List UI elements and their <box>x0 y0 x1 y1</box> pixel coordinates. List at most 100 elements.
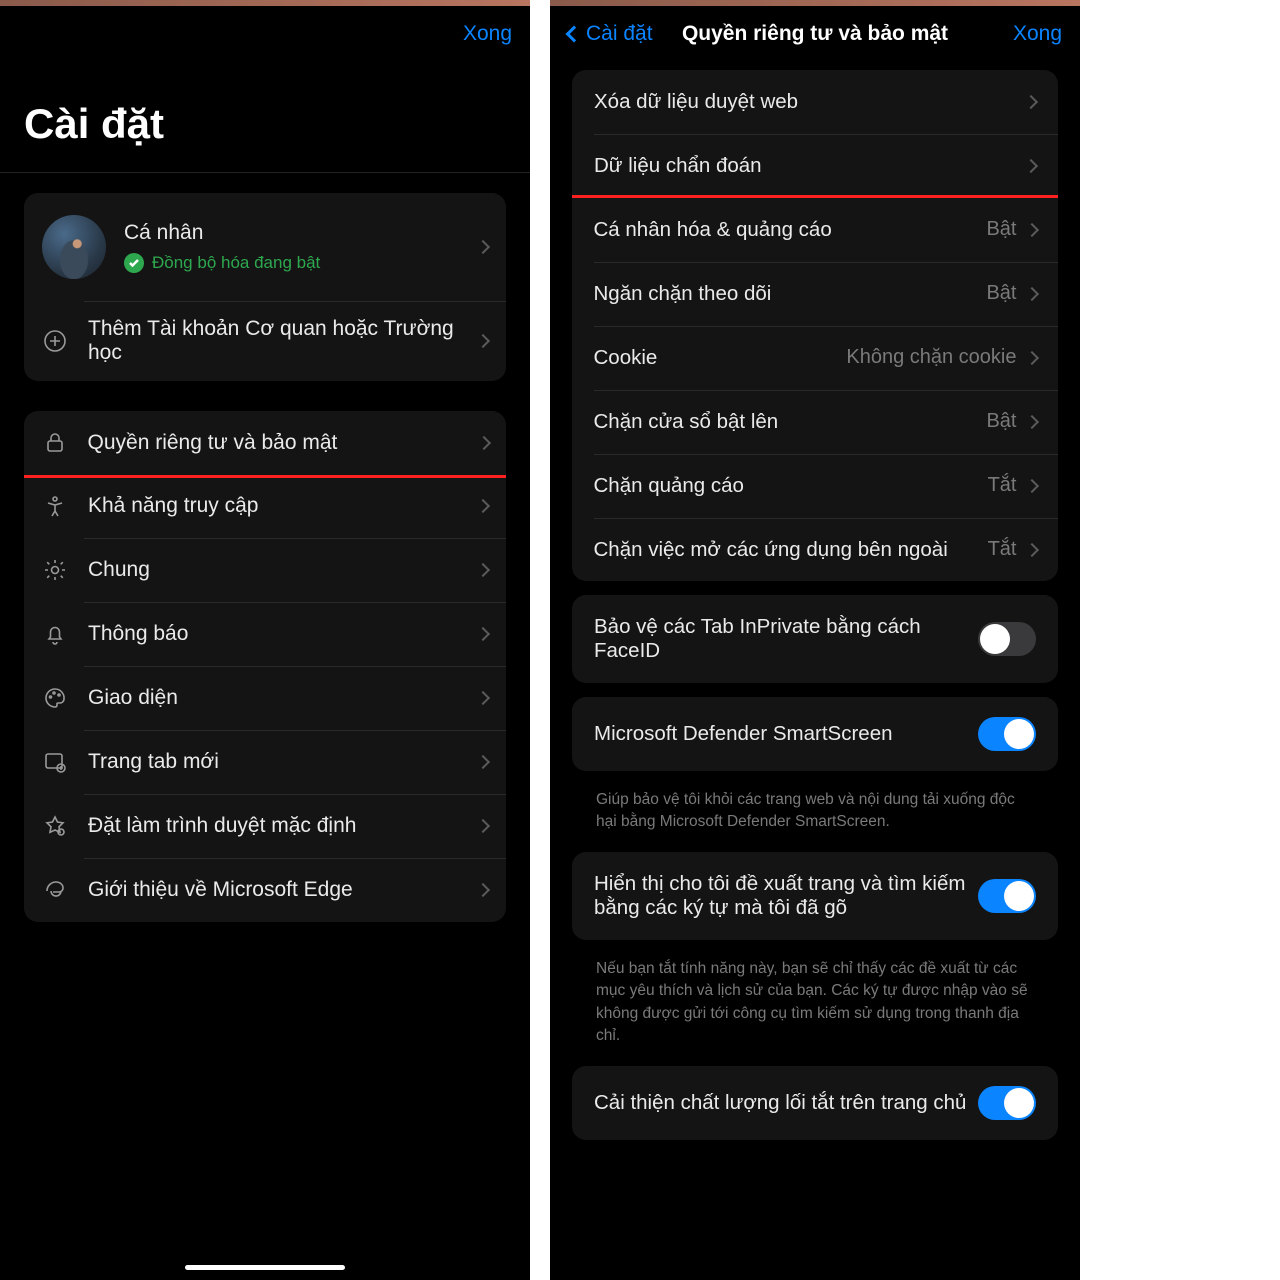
privacy-list: Xóa dữ liệu duyệt web Dữ liệu chẩn đoán … <box>572 70 1058 581</box>
newtab-icon <box>42 749 68 775</box>
popups-label: Chặn cửa sổ bật lên <box>594 410 987 434</box>
lock-icon <box>42 430 68 456</box>
popups-value: Bật <box>986 410 1016 433</box>
avatar <box>42 215 106 279</box>
general-label: Chung <box>88 558 478 582</box>
ads-label: Chặn quảng cáo <box>594 474 988 498</box>
chevron-right-icon <box>1024 286 1038 300</box>
suggestions-label: Hiển thị cho tôi đề xuất trang và tìm ki… <box>594 872 978 920</box>
plus-icon <box>42 328 68 354</box>
newtab-row[interactable]: Trang tab mới <box>24 730 506 794</box>
inprivate-row[interactable]: Bảo vệ các Tab InPrivate bằng cách FaceI… <box>572 595 1058 683</box>
chevron-right-icon <box>476 499 490 513</box>
appearance-row[interactable]: Giao diện <box>24 666 506 730</box>
gear-icon <box>42 557 68 583</box>
about-row[interactable]: Giới thiệu về Microsoft Edge <box>24 858 506 922</box>
suggestions-help: Nếu bạn tắt tính năng này, bạn sẽ chỉ th… <box>572 954 1058 1066</box>
back-label: Cài đặt <box>586 22 653 46</box>
settings-list: Quyền riêng tư và bảo mật Khả năng truy … <box>24 411 506 922</box>
chevron-right-icon <box>1024 95 1038 109</box>
notifications-row[interactable]: Thông báo <box>24 602 506 666</box>
diagnostics-row[interactable]: Dữ liệu chẩn đoán <box>572 134 1058 198</box>
smartscreen-toggle[interactable] <box>978 717 1036 751</box>
shortcut-row[interactable]: Cải thiện chất lượng lối tắt trên trang … <box>572 1066 1058 1140</box>
add-account-row[interactable]: Thêm Tài khoản Cơ quan hoặc Trường học <box>24 301 506 381</box>
chevron-right-icon <box>476 691 490 705</box>
smartscreen-help: Giúp bảo vệ tôi khỏi các trang web và nộ… <box>572 785 1058 852</box>
accessibility-label: Khả năng truy cập <box>88 494 478 518</box>
chevron-right-icon <box>1024 542 1038 556</box>
shortcut-label: Cải thiện chất lượng lối tắt trên trang … <box>594 1091 978 1115</box>
suggestions-card: Hiển thị cho tôi đề xuất trang và tìm ki… <box>572 852 1058 940</box>
smartscreen-row[interactable]: Microsoft Defender SmartScreen <box>572 697 1058 771</box>
edge-icon <box>42 877 68 903</box>
clear-data-label: Xóa dữ liệu duyệt web <box>594 90 1026 114</box>
cookie-label: Cookie <box>594 346 847 370</box>
bell-icon <box>42 621 68 647</box>
cookie-value: Không chặn cookie <box>846 346 1016 369</box>
accessibility-icon <box>42 493 68 519</box>
chevron-right-icon <box>476 627 490 641</box>
clear-data-row[interactable]: Xóa dữ liệu duyệt web <box>572 70 1058 134</box>
chevron-right-icon <box>476 435 490 449</box>
about-label: Giới thiệu về Microsoft Edge <box>88 878 478 902</box>
page-title: Quyền riêng tư và bảo mật <box>682 22 948 46</box>
accessibility-row[interactable]: Khả năng truy cập <box>24 474 506 538</box>
chevron-right-icon <box>476 563 490 577</box>
ads-row[interactable]: Chặn quảng cáo Tắt <box>572 454 1058 518</box>
smartscreen-card: Microsoft Defender SmartScreen <box>572 697 1058 771</box>
default-label: Đặt làm trình duyệt mặc định <box>88 814 478 838</box>
diagnostics-label: Dữ liệu chẩn đoán <box>594 154 1026 178</box>
privacy-row[interactable]: Quyền riêng tư và bảo mật <box>24 411 506 475</box>
personalization-value: Bật <box>986 218 1016 241</box>
external-apps-value: Tắt <box>988 538 1017 561</box>
tracking-row[interactable]: Ngăn chặn theo dõi Bật <box>572 262 1058 326</box>
page-title: Cài đặt <box>0 58 530 172</box>
appearance-label: Giao diện <box>88 686 478 710</box>
chevron-right-icon <box>476 883 490 897</box>
smartscreen-label: Microsoft Defender SmartScreen <box>594 722 978 746</box>
nav-bar: Xong <box>0 6 530 58</box>
settings-screen: Xong Cài đặt Cá nhân Đồng bộ hóa đang bậ… <box>0 0 530 1280</box>
back-button[interactable]: Cài đặt <box>568 22 653 46</box>
inprivate-card: Bảo vệ các Tab InPrivate bằng cách FaceI… <box>572 595 1058 683</box>
popups-row[interactable]: Chặn cửa sổ bật lên Bật <box>572 390 1058 454</box>
add-account-label: Thêm Tài khoản Cơ quan hoặc Trường học <box>88 317 478 365</box>
inprivate-toggle[interactable] <box>978 622 1036 656</box>
check-icon <box>124 253 144 273</box>
external-apps-label: Chặn việc mở các ứng dụng bên ngoài <box>594 538 988 562</box>
profile-name: Cá nhân <box>124 221 478 245</box>
chevron-right-icon <box>476 755 490 769</box>
shortcut-card: Cải thiện chất lượng lối tắt trên trang … <box>572 1066 1058 1140</box>
personalization-label: Cá nhân hóa & quảng cáo <box>594 218 987 242</box>
ads-value: Tắt <box>988 474 1017 497</box>
sync-status: Đồng bộ hóa đang bật <box>152 253 320 273</box>
chevron-right-icon <box>1024 414 1038 428</box>
external-apps-row[interactable]: Chặn việc mở các ứng dụng bên ngoài Tắt <box>572 518 1058 582</box>
cookie-row[interactable]: Cookie Không chặn cookie <box>572 326 1058 390</box>
chevron-right-icon <box>1024 478 1038 492</box>
account-card: Cá nhân Đồng bộ hóa đang bật Thêm Tài kh… <box>24 193 506 381</box>
star-gear-icon <box>42 813 68 839</box>
default-row[interactable]: Đặt làm trình duyệt mặc định <box>24 794 506 858</box>
done-button[interactable]: Xong <box>463 22 512 46</box>
general-row[interactable]: Chung <box>24 538 506 602</box>
palette-icon <box>42 685 68 711</box>
done-button[interactable]: Xong <box>1013 22 1062 46</box>
chevron-right-icon <box>1024 350 1038 364</box>
suggestions-row[interactable]: Hiển thị cho tôi đề xuất trang và tìm ki… <box>572 852 1058 940</box>
chevron-left-icon <box>566 26 583 43</box>
privacy-label: Quyền riêng tư và bảo mật <box>88 431 479 455</box>
suggestions-toggle[interactable] <box>978 879 1036 913</box>
nav-bar: Cài đặt Quyền riêng tư và bảo mật Xong <box>550 6 1080 58</box>
inprivate-label: Bảo vệ các Tab InPrivate bằng cách FaceI… <box>594 615 978 663</box>
shortcut-toggle[interactable] <box>978 1086 1036 1120</box>
profile-row[interactable]: Cá nhân Đồng bộ hóa đang bật <box>24 193 506 301</box>
notifications-label: Thông báo <box>88 622 478 646</box>
chevron-right-icon <box>1024 222 1038 236</box>
chevron-right-icon <box>476 240 490 254</box>
newtab-label: Trang tab mới <box>88 750 478 774</box>
home-indicator <box>185 1265 345 1270</box>
privacy-screen: Cài đặt Quyền riêng tư và bảo mật Xong X… <box>550 0 1080 1280</box>
personalization-row[interactable]: Cá nhân hóa & quảng cáo Bật <box>572 198 1058 262</box>
